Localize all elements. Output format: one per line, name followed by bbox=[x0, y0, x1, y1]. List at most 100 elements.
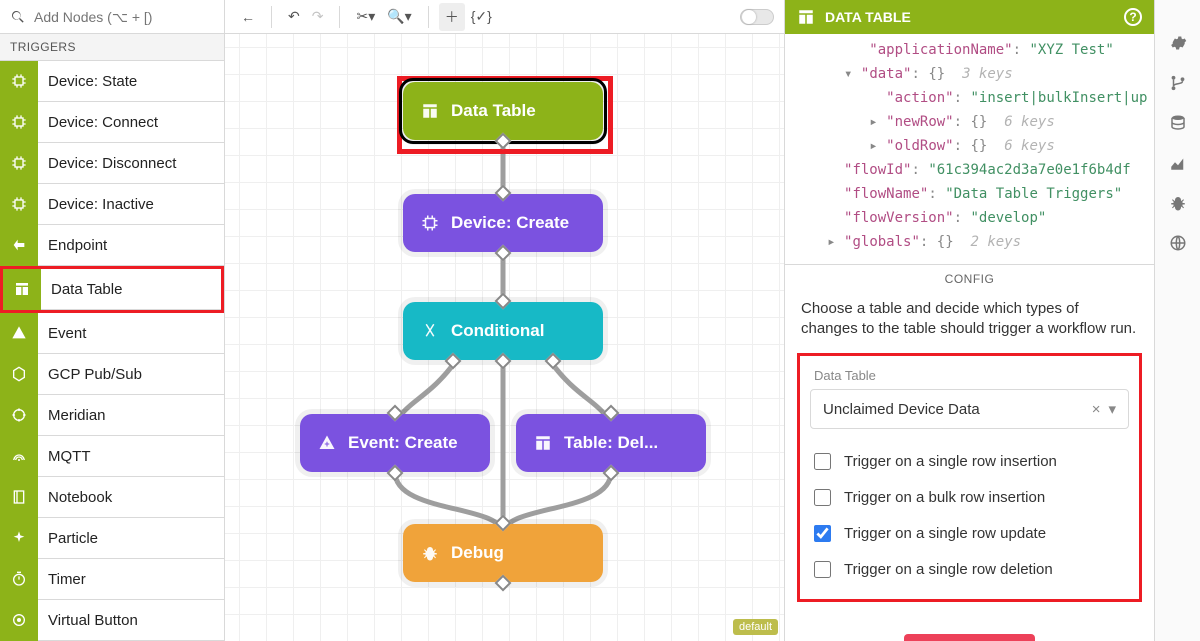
add-node-button[interactable]: ＋ bbox=[439, 3, 465, 31]
trigger-option-label: Trigger on a single row insertion bbox=[844, 453, 1057, 470]
node-label: Event: Create bbox=[348, 433, 458, 453]
data-table-select[interactable]: Unclaimed Device Data × ▾ bbox=[810, 389, 1129, 429]
trigger-highlight: Data Table bbox=[0, 266, 224, 313]
trigger-label: Device: Connect bbox=[38, 114, 158, 131]
config-highlight-box: Data Table Unclaimed Device Data × ▾ Tri… bbox=[797, 353, 1142, 602]
node-conditional[interactable]: Conditional bbox=[403, 302, 603, 360]
table-icon bbox=[534, 434, 552, 452]
timer-icon bbox=[0, 559, 38, 600]
trigger-checkbox[interactable] bbox=[814, 489, 831, 506]
trigger-device-connect[interactable]: Device: Connect bbox=[0, 102, 224, 143]
button-icon bbox=[0, 600, 38, 641]
database-icon[interactable] bbox=[1169, 114, 1187, 132]
trigger-option-0[interactable]: Trigger on a single row insertion bbox=[810, 443, 1129, 479]
gateway-icon bbox=[0, 225, 38, 266]
workflow-canvas[interactable]: Data Table Device: Create Conditional bbox=[225, 34, 784, 641]
braces-button[interactable]: {✓} bbox=[465, 4, 498, 29]
preview-toggle[interactable] bbox=[740, 9, 774, 25]
trigger-list: Device: State Device: Connect Device: Disc… bbox=[0, 61, 224, 641]
table-icon bbox=[421, 102, 439, 120]
config-description: Choose a table and decide which types of… bbox=[785, 293, 1154, 353]
trigger-checkbox[interactable] bbox=[814, 525, 831, 542]
git-branch-icon[interactable] bbox=[1169, 74, 1187, 92]
chevron-down-icon[interactable]: ▾ bbox=[1108, 400, 1116, 418]
config-header: CONFIG bbox=[785, 264, 1154, 293]
redo-button: ↷ bbox=[306, 4, 330, 29]
trigger-label: Virtual Button bbox=[38, 612, 138, 629]
node-table-delete[interactable]: Table: Del... bbox=[516, 414, 706, 472]
trigger-device-inactive[interactable]: Device: Inactive bbox=[0, 184, 224, 225]
canvas-toolbar: ← ↶ ↷ ✂▾ 🔍▾ ＋ {✓} bbox=[225, 0, 784, 34]
clear-icon[interactable]: × bbox=[1084, 401, 1109, 418]
node-label: Debug bbox=[451, 543, 504, 563]
trigger-label: Notebook bbox=[38, 489, 112, 506]
node-debug[interactable]: Debug bbox=[403, 524, 603, 582]
table-icon bbox=[797, 8, 815, 26]
trigger-event[interactable]: Event bbox=[0, 313, 224, 354]
node-device-create[interactable]: Device: Create bbox=[403, 194, 603, 252]
trigger-device-disconnect[interactable]: Device: Disconnect bbox=[0, 143, 224, 184]
delete-node-button[interactable]: Delete Node bbox=[904, 634, 1035, 641]
trigger-endpoint[interactable]: Endpoint bbox=[0, 225, 224, 266]
right-rail bbox=[1154, 0, 1200, 641]
node-search-input[interactable] bbox=[32, 8, 214, 26]
chip-icon bbox=[0, 184, 38, 225]
trigger-timer[interactable]: Timer bbox=[0, 559, 224, 600]
chart-icon[interactable] bbox=[1169, 154, 1187, 172]
node-label: Device: Create bbox=[451, 213, 569, 233]
warning-icon bbox=[0, 313, 38, 354]
search-icon bbox=[10, 9, 26, 25]
trigger-option-3[interactable]: Trigger on a single row deletion bbox=[810, 551, 1129, 587]
zoom-button[interactable]: 🔍▾ bbox=[381, 4, 417, 29]
trigger-option-1[interactable]: Trigger on a bulk row insertion bbox=[810, 479, 1129, 515]
cut-button[interactable]: ✂▾ bbox=[350, 4, 381, 29]
selected-table-value: Unclaimed Device Data bbox=[823, 401, 980, 418]
back-button[interactable]: ← bbox=[235, 5, 261, 29]
trigger-virtual-button[interactable]: Virtual Button bbox=[0, 600, 224, 641]
canvas-default-tag: default bbox=[733, 619, 778, 635]
svg-text:+: + bbox=[324, 439, 329, 449]
globe-icon[interactable] bbox=[1169, 234, 1187, 252]
trigger-notebook[interactable]: Notebook bbox=[0, 477, 224, 518]
trigger-label: Timer bbox=[38, 571, 86, 588]
trigger-label: Event bbox=[38, 325, 86, 342]
trigger-checkbox[interactable] bbox=[814, 453, 831, 470]
bug-icon[interactable] bbox=[1169, 194, 1187, 212]
trigger-meridian[interactable]: Meridian bbox=[0, 395, 224, 436]
trigger-device-state[interactable]: Device: State bbox=[0, 61, 224, 102]
trigger-option-label: Trigger on a bulk row insertion bbox=[844, 489, 1045, 506]
notebook-icon bbox=[0, 477, 38, 518]
panel-header: DATA TABLE ? bbox=[785, 0, 1154, 34]
node-search[interactable] bbox=[0, 0, 224, 34]
trigger-label: GCP Pub/Sub bbox=[38, 366, 142, 383]
trigger-option-label: Trigger on a single row update bbox=[844, 525, 1046, 542]
trigger-label: Meridian bbox=[38, 407, 106, 424]
trigger-data-table[interactable]: Data Table bbox=[3, 269, 221, 310]
undo-button[interactable]: ↶ bbox=[282, 4, 306, 29]
payload-preview: "applicationName": "XYZ Test" ▾ "data": … bbox=[785, 34, 1154, 264]
hex-icon bbox=[0, 354, 38, 395]
trigger-label: Device: Disconnect bbox=[38, 155, 176, 172]
sparkle-icon bbox=[0, 518, 38, 559]
trigger-label: Data Table bbox=[41, 281, 122, 298]
help-icon[interactable]: ? bbox=[1124, 8, 1142, 26]
chip-icon bbox=[421, 214, 439, 232]
trigger-mqtt[interactable]: MQTT bbox=[0, 436, 224, 477]
trigger-gcp-pub-sub[interactable]: GCP Pub/Sub bbox=[0, 354, 224, 395]
trigger-option-2[interactable]: Trigger on a single row update bbox=[810, 515, 1129, 551]
field-label-data-table: Data Table bbox=[814, 368, 1129, 383]
trigger-label: Device: State bbox=[38, 73, 137, 90]
trigger-checkbox[interactable] bbox=[814, 561, 831, 578]
trigger-label: Particle bbox=[38, 530, 98, 547]
trigger-particle[interactable]: Particle bbox=[0, 518, 224, 559]
signal-icon bbox=[0, 436, 38, 477]
target-icon bbox=[0, 395, 38, 436]
node-event-create[interactable]: + Event: Create bbox=[300, 414, 490, 472]
chip-icon bbox=[0, 61, 38, 102]
chip-icon bbox=[0, 143, 38, 184]
table-icon bbox=[3, 269, 41, 310]
gear-icon[interactable] bbox=[1169, 34, 1187, 52]
trigger-label: Device: Inactive bbox=[38, 196, 154, 213]
node-data-table[interactable]: Data Table bbox=[403, 82, 603, 140]
config-panel: DATA TABLE ? "applicationName": "XYZ Tes… bbox=[784, 0, 1154, 641]
